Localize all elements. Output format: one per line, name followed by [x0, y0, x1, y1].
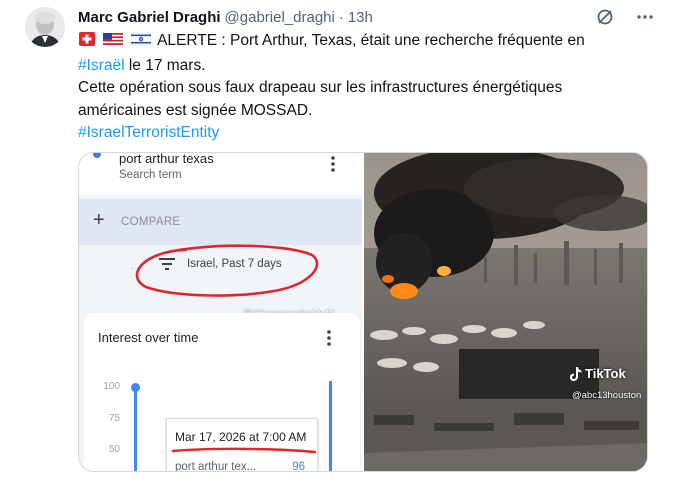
series-dot-icon	[93, 153, 101, 158]
more-horizontal-icon[interactable]	[634, 6, 656, 28]
hashtag-israel-terrorist-entity[interactable]: #IsraelTerroristEntity	[78, 124, 219, 141]
separator-dot: ·	[338, 8, 344, 26]
tweet-text: ALERTE : Port Arthur, Texas, était une r…	[78, 30, 648, 145]
tweet-line-3: Cette opération sous faux drapeau sur le…	[78, 79, 563, 96]
chart-tooltip: Mar 17, 2026 at 7:00 AM port arthur tex.…	[166, 418, 318, 471]
tweet-actions-top	[594, 6, 656, 28]
trends-compare-label: COMPARE	[121, 216, 181, 228]
red-underline-annotation	[171, 447, 317, 454]
author-name[interactable]: Marc Gabriel Draghi	[78, 9, 221, 26]
us-flag-icon	[103, 31, 124, 55]
tiktok-label: TikTok	[585, 366, 626, 381]
kebab-menu-icon	[331, 156, 335, 172]
tooltip-value: 96	[292, 461, 305, 471]
grok-icon[interactable]	[594, 6, 616, 28]
israel-flag-icon	[130, 31, 151, 55]
tweet-media: port arthur texas Search term + COMPARE …	[78, 152, 648, 472]
trends-screenshot[interactable]: port arthur texas Search term + COMPARE …	[79, 153, 364, 471]
tiktok-icon	[570, 366, 582, 381]
tweet-line-5: #IsraelTerroristEntity	[78, 122, 648, 145]
tweet-line-2-text: le 17 mars.	[124, 56, 206, 74]
trends-search-term-panel: port arthur texas Search term	[79, 153, 362, 195]
trends-search-term: port arthur texas	[119, 153, 214, 166]
interest-over-time-card: Interest over time 100 75 50 Mar 17, 202…	[84, 313, 360, 471]
chart-point	[131, 383, 140, 392]
refinery-fire-photo[interactable]: TikTok @abc13houston	[364, 153, 647, 471]
trends-search-subtitle: Search term	[119, 169, 182, 181]
chart-series-line	[134, 387, 137, 471]
swiss-flag-icon	[78, 31, 96, 55]
tweet-line-1: ALERTE : Port Arthur, Texas, était une r…	[78, 30, 648, 55]
interest-over-time-title: Interest over time	[98, 330, 199, 345]
refinery-fire-image	[364, 153, 647, 471]
axis-label-50: 50	[108, 444, 120, 455]
hashtag-israel[interactable]: #Israël	[78, 57, 125, 74]
tweet-header: Marc Gabriel Draghi @gabriel_draghi · 13…	[78, 6, 373, 28]
plus-icon: +	[93, 209, 105, 231]
tweet-line-4: américaines est signée MOSSAD.	[78, 101, 313, 119]
axis-label-100: 100	[103, 381, 120, 392]
tweet-time[interactable]: 13h	[348, 9, 373, 26]
tooltip-date: Mar 17, 2026 at 7:00 AM	[175, 430, 307, 444]
avatar-photo	[25, 7, 65, 47]
chart-series-line	[329, 381, 332, 471]
kebab-menu-icon	[327, 330, 331, 346]
tweet-line-2: #Israël le 17 mars.	[78, 55, 648, 78]
red-circle-annotation	[135, 244, 319, 297]
tiktok-watermark: TikTok	[570, 366, 626, 381]
avatar[interactable]	[25, 7, 65, 47]
axis-label-75: 75	[108, 413, 120, 424]
trends-compare-bar: + COMPARE	[79, 199, 362, 245]
tooltip-term: port arthur tex...	[175, 461, 257, 471]
tweet-line-1-text: ALERTE : Port Arthur, Texas, était une r…	[157, 32, 585, 49]
tiktok-handle: @abc13houston	[572, 390, 642, 401]
author-handle[interactable]: @gabriel_draghi	[225, 9, 335, 26]
